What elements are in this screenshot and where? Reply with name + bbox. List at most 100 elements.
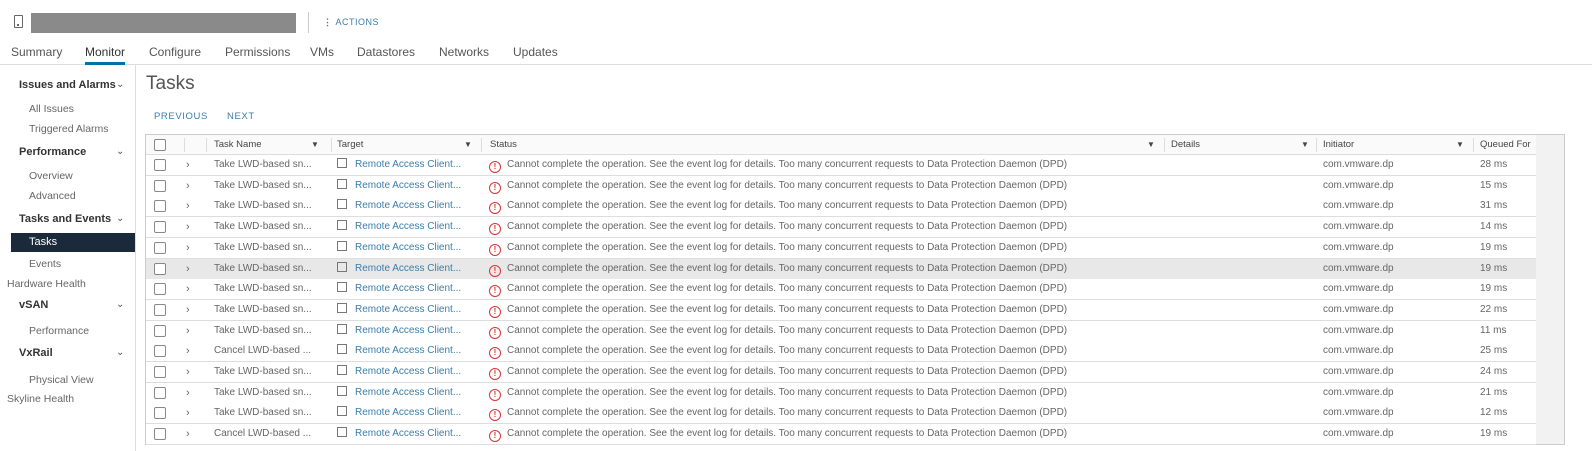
expand-chevron-icon[interactable]: › (186, 176, 190, 196)
sidebar-group-4[interactable]: vSAN (19, 299, 48, 311)
tab-vms[interactable]: VMs (310, 45, 334, 65)
target-link[interactable]: Remote Access Client... (355, 345, 461, 356)
next-button[interactable]: NEXT (227, 111, 255, 122)
filter-icon[interactable]: ▼ (1301, 135, 1309, 154)
expand-chevron-icon[interactable]: › (186, 155, 190, 175)
sidebar-item[interactable]: Physical View (29, 374, 94, 386)
expand-chevron-icon[interactable]: › (186, 362, 190, 382)
table-row[interactable]: › Cancel LWD-based ... Remote Access Clien… (146, 424, 1536, 446)
row-checkbox[interactable] (154, 366, 166, 378)
row-checkbox[interactable] (154, 200, 166, 213)
filter-icon[interactable]: ▼ (1456, 135, 1464, 154)
chevron-down-icon[interactable]: ⌄ (116, 299, 124, 310)
target-link[interactable]: Remote Access Client... (355, 180, 461, 191)
row-checkbox[interactable] (154, 283, 166, 296)
table-row[interactable]: › Take LWD-based sn... Remote Access Clien… (146, 279, 1536, 301)
tab-monitor[interactable]: Monitor (85, 45, 126, 65)
row-checkbox[interactable] (154, 262, 166, 275)
column-header-details[interactable]: Details (1171, 135, 1200, 154)
chevron-down-icon[interactable]: ⌄ (116, 146, 124, 157)
table-row[interactable]: › Take LWD-based sn... Remote Access Clien… (146, 382, 1536, 404)
row-checkbox[interactable] (154, 428, 166, 441)
expand-chevron-icon[interactable]: › (186, 259, 190, 279)
target-link[interactable]: Remote Access Client... (355, 159, 461, 170)
row-checkbox[interactable] (154, 345, 166, 358)
target-link[interactable]: Remote Access Client... (355, 283, 461, 294)
expand-chevron-icon[interactable]: › (186, 383, 190, 403)
row-checkbox[interactable] (154, 303, 166, 316)
row-checkbox[interactable] (154, 221, 166, 234)
sidebar-item-tasks[interactable]: Tasks (11, 233, 135, 252)
expand-chevron-icon[interactable]: › (186, 196, 190, 216)
tab-datastores[interactable]: Datastores (357, 45, 415, 65)
column-header-queued-for[interactable]: Queued For (1480, 135, 1531, 154)
table-row[interactable]: › Take LWD-based sn... Remote Access Clien… (146, 237, 1536, 259)
sidebar-group-2[interactable]: Tasks and Events (19, 213, 111, 225)
table-row[interactable]: › Take LWD-based sn... Remote Access Clien… (146, 155, 1536, 176)
filter-icon[interactable]: ▼ (464, 135, 472, 154)
expand-chevron-icon[interactable]: › (186, 424, 190, 444)
previous-button[interactable]: PREVIOUS (154, 111, 208, 122)
sidebar-item[interactable]: All Issues (29, 103, 74, 115)
table-row[interactable]: › Take LWD-based sn... Remote Access Clien… (146, 299, 1536, 321)
sidebar-item[interactable]: Triggered Alarms (29, 123, 109, 135)
target-link[interactable]: Remote Access Client... (355, 407, 461, 418)
row-checkbox[interactable] (154, 241, 166, 254)
column-divider[interactable] (481, 138, 482, 152)
expand-chevron-icon[interactable]: › (186, 321, 190, 341)
column-divider[interactable] (184, 138, 185, 152)
column-header-initiator[interactable]: Initiator (1323, 135, 1354, 154)
tab-networks[interactable]: Networks (439, 45, 489, 65)
target-link[interactable]: Remote Access Client... (355, 221, 461, 232)
target-link[interactable]: Remote Access Client... (355, 263, 461, 274)
expand-chevron-icon[interactable]: › (186, 279, 190, 299)
table-row[interactable]: › Take LWD-based sn... Remote Access Clien… (146, 362, 1536, 383)
chevron-down-icon[interactable]: ⌄ (116, 347, 124, 358)
row-checkbox[interactable] (154, 179, 166, 192)
expand-chevron-icon[interactable]: › (186, 238, 190, 258)
table-row[interactable]: › Cancel LWD-based ... Remote Access Clien… (146, 341, 1536, 363)
table-row[interactable]: › Take LWD-based sn... Remote Access Clien… (146, 258, 1536, 280)
target-link[interactable]: Remote Access Client... (355, 242, 461, 253)
tab-updates[interactable]: Updates (513, 45, 558, 65)
chevron-down-icon[interactable]: ⌄ (116, 79, 124, 90)
sidebar-group-0[interactable]: Issues and Alarms (19, 79, 116, 91)
table-row[interactable]: › Take LWD-based sn... Remote Access Clien… (146, 196, 1536, 218)
table-row[interactable]: › Take LWD-based sn... Remote Access Clien… (146, 175, 1536, 197)
actions-button[interactable]: ⋮ ACTIONS (323, 17, 379, 28)
row-checkbox[interactable] (154, 159, 166, 171)
target-link[interactable]: Remote Access Client... (355, 428, 461, 439)
sidebar-group-3[interactable]: Hardware Health (7, 278, 86, 290)
expand-chevron-icon[interactable]: › (186, 341, 190, 361)
sidebar-item[interactable]: Advanced (29, 190, 76, 202)
column-divider[interactable] (1473, 138, 1474, 152)
table-row[interactable]: › Take LWD-based sn... Remote Access Clien… (146, 320, 1536, 342)
sidebar-group-6[interactable]: Skyline Health (7, 393, 74, 405)
column-divider[interactable] (331, 138, 332, 152)
table-row[interactable]: › Take LWD-based sn... Remote Access Clien… (146, 403, 1536, 425)
chevron-down-icon[interactable]: ⌄ (116, 213, 124, 224)
column-divider[interactable] (1316, 138, 1317, 152)
sidebar-item[interactable]: Overview (29, 170, 73, 182)
tab-configure[interactable]: Configure (149, 45, 201, 65)
filter-icon[interactable]: ▼ (311, 135, 319, 154)
target-link[interactable]: Remote Access Client... (355, 387, 461, 398)
column-header-task-name[interactable]: Task Name (214, 135, 262, 154)
row-checkbox[interactable] (154, 407, 166, 420)
column-divider[interactable] (206, 138, 207, 152)
column-divider[interactable] (1164, 138, 1165, 152)
expand-chevron-icon[interactable]: › (186, 403, 190, 423)
sidebar-group-1[interactable]: Performance (19, 146, 86, 158)
expand-chevron-icon[interactable]: › (186, 300, 190, 320)
row-checkbox[interactable] (154, 324, 166, 337)
sidebar-item[interactable]: Events (29, 258, 61, 270)
tab-summary[interactable]: Summary (11, 45, 62, 65)
column-header-target[interactable]: Target (337, 135, 363, 154)
sidebar-item[interactable]: Performance (29, 325, 89, 337)
sidebar-group-5[interactable]: VxRail (19, 347, 53, 359)
target-link[interactable]: Remote Access Client... (355, 366, 461, 377)
target-link[interactable]: Remote Access Client... (355, 325, 461, 336)
row-checkbox[interactable] (154, 386, 166, 399)
target-link[interactable]: Remote Access Client... (355, 304, 461, 315)
table-row[interactable]: › Take LWD-based sn... Remote Access Clien… (146, 217, 1536, 239)
